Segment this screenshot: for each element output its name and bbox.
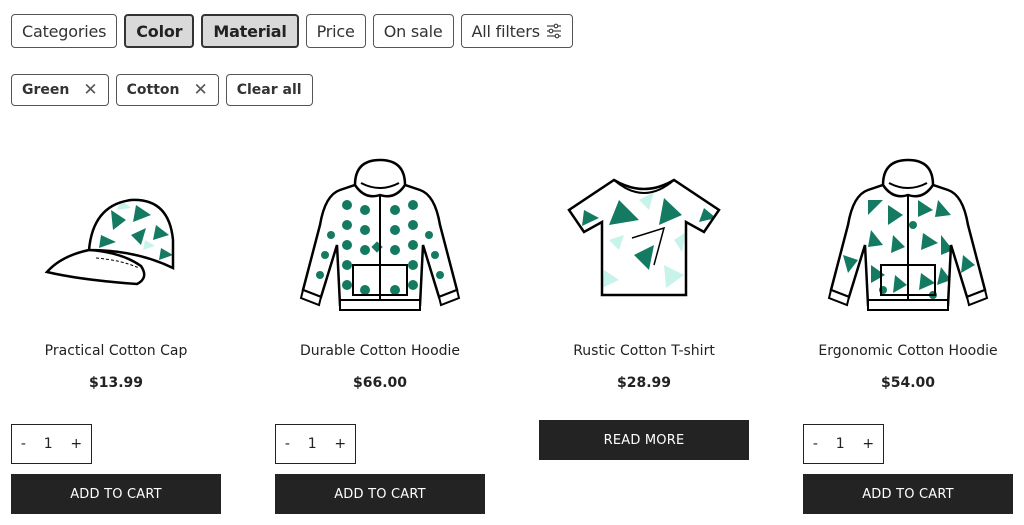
- product-name[interactable]: Rustic Cotton T-shirt: [538, 343, 750, 361]
- product-name[interactable]: Ergonomic Cotton Hoodie: [802, 343, 1014, 361]
- close-icon[interactable]: ✕: [83, 81, 97, 99]
- product-image[interactable]: [538, 140, 750, 330]
- filter-bar: Categories Color Material Price On sale …: [11, 14, 573, 48]
- quantity-value[interactable]: 1: [836, 436, 845, 452]
- filter-label: Categories: [22, 21, 107, 41]
- product-price: $28.99: [616, 375, 672, 391]
- add-to-cart-button[interactable]: ADD TO CART: [803, 474, 1013, 514]
- button-label: ADD TO CART: [70, 486, 162, 502]
- product-image[interactable]: [802, 140, 1014, 330]
- product-card: Ergonomic Cotton Hoodie $54.00: [802, 140, 1014, 391]
- product-card: Practical Cotton Cap $13.99: [10, 140, 222, 391]
- clear-all-label: Clear all: [236, 82, 302, 98]
- increment-button[interactable]: +: [70, 436, 82, 452]
- decrement-button[interactable]: -: [285, 436, 290, 452]
- filter-label: All filters: [471, 21, 540, 41]
- product-name[interactable]: Practical Cotton Cap: [10, 343, 222, 361]
- product-card: Rustic Cotton T-shirt $28.99: [538, 140, 750, 391]
- close-icon[interactable]: ✕: [193, 81, 207, 99]
- filter-label: Color: [136, 21, 183, 41]
- decrement-button[interactable]: -: [813, 436, 818, 452]
- product-price: $13.99: [88, 375, 144, 391]
- quantity-stepper[interactable]: - 1 +: [803, 424, 884, 464]
- filter-label: On sale: [383, 21, 443, 41]
- filter-categories-button[interactable]: Categories: [11, 14, 118, 48]
- increment-button[interactable]: +: [334, 436, 346, 452]
- product-image[interactable]: [10, 140, 222, 330]
- button-label: READ MORE: [603, 432, 685, 448]
- filter-on-sale-button[interactable]: On sale: [372, 14, 454, 48]
- product-price: $54.00: [880, 375, 936, 391]
- all-filters-button[interactable]: All filters: [460, 14, 573, 48]
- chip-cotton[interactable]: Cotton ✕: [115, 74, 219, 106]
- filter-label: Material: [213, 21, 287, 41]
- quantity-stepper[interactable]: - 1 +: [11, 424, 92, 464]
- filter-material-button[interactable]: Material: [201, 14, 299, 48]
- hoodie-icon: [827, 158, 989, 311]
- filter-price-button[interactable]: Price: [305, 14, 366, 48]
- product-card: Durable Cotton Hoodie $66.00: [274, 140, 486, 391]
- tshirt-icon: [567, 178, 721, 297]
- button-label: ADD TO CART: [334, 486, 426, 502]
- quantity-value[interactable]: 1: [44, 436, 53, 452]
- clear-all-button[interactable]: Clear all: [225, 74, 313, 106]
- increment-button[interactable]: +: [862, 436, 874, 452]
- quantity-stepper[interactable]: - 1 +: [275, 424, 356, 464]
- button-label: ADD TO CART: [862, 486, 954, 502]
- hoodie-icon: [299, 158, 461, 311]
- product-name[interactable]: Durable Cotton Hoodie: [274, 343, 486, 361]
- product-image[interactable]: [274, 140, 486, 330]
- chip-label: Cotton: [126, 82, 180, 98]
- chip-green[interactable]: Green ✕: [11, 74, 109, 106]
- add-to-cart-button[interactable]: ADD TO CART: [275, 474, 485, 514]
- quantity-value[interactable]: 1: [308, 436, 317, 452]
- chip-label: Green: [22, 82, 70, 98]
- active-filters: Green ✕ Cotton ✕ Clear all: [11, 74, 313, 106]
- filter-label: Price: [316, 21, 355, 41]
- cap-icon: [44, 198, 175, 286]
- sliders-icon: [546, 23, 561, 39]
- decrement-button[interactable]: -: [21, 436, 26, 452]
- filter-color-button[interactable]: Color: [124, 14, 195, 48]
- add-to-cart-button[interactable]: ADD TO CART: [11, 474, 221, 514]
- read-more-button[interactable]: READ MORE: [539, 420, 749, 460]
- product-price: $66.00: [352, 375, 408, 391]
